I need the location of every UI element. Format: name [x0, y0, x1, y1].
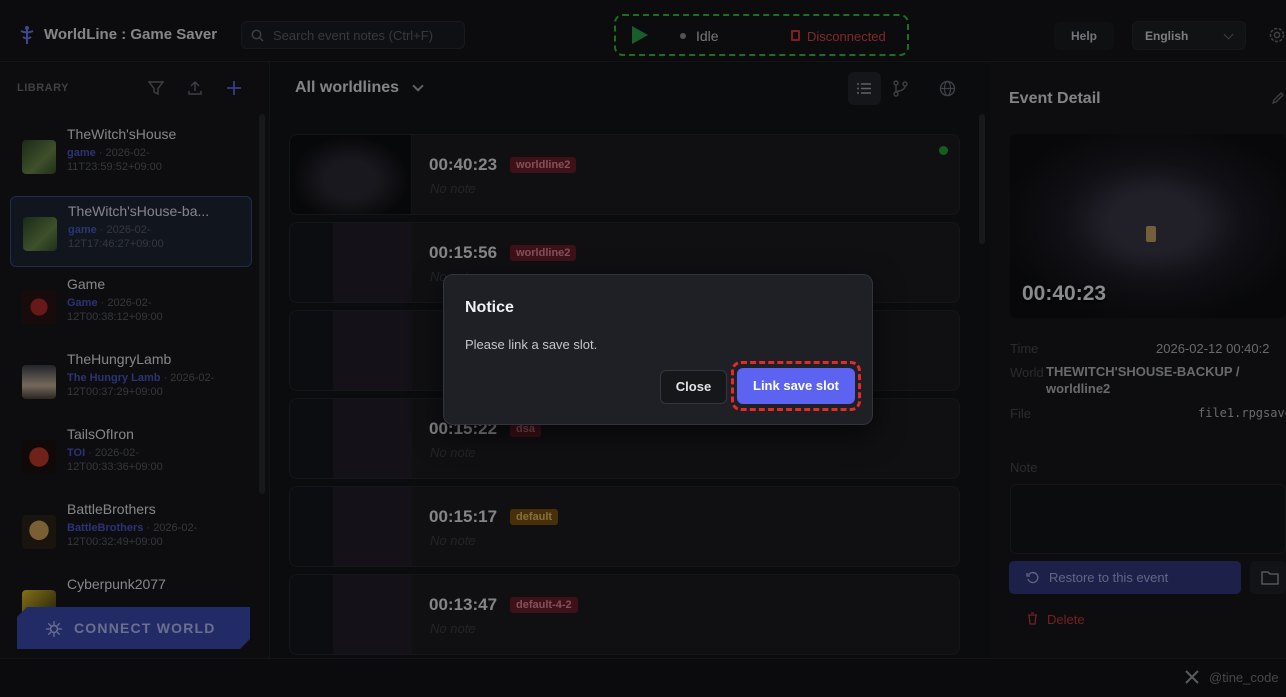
notice-dialog: Notice Please link a save slot. Close Li…: [443, 274, 873, 425]
close-button[interactable]: Close: [660, 370, 727, 404]
dialog-message: Please link a save slot.: [465, 337, 598, 352]
link-save-slot-button[interactable]: Link save slot: [737, 368, 855, 404]
dialog-title: Notice: [465, 299, 514, 316]
